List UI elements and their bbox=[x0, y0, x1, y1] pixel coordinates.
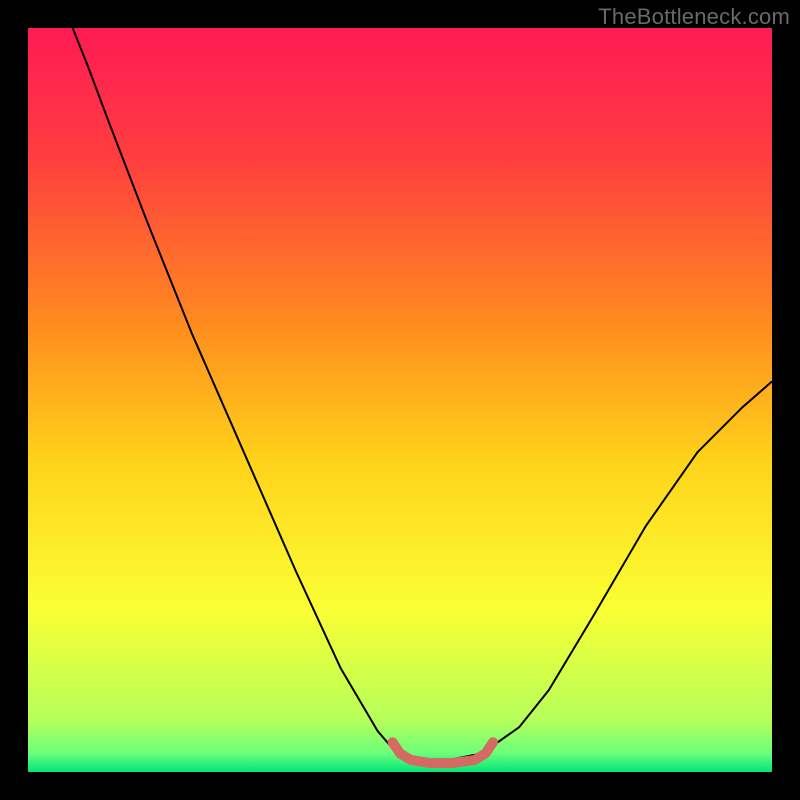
bottleneck-plot bbox=[28, 28, 772, 772]
plot-background bbox=[28, 28, 772, 772]
chart-frame: TheBottleneck.com bbox=[0, 0, 800, 800]
attribution-text: TheBottleneck.com bbox=[598, 4, 790, 30]
